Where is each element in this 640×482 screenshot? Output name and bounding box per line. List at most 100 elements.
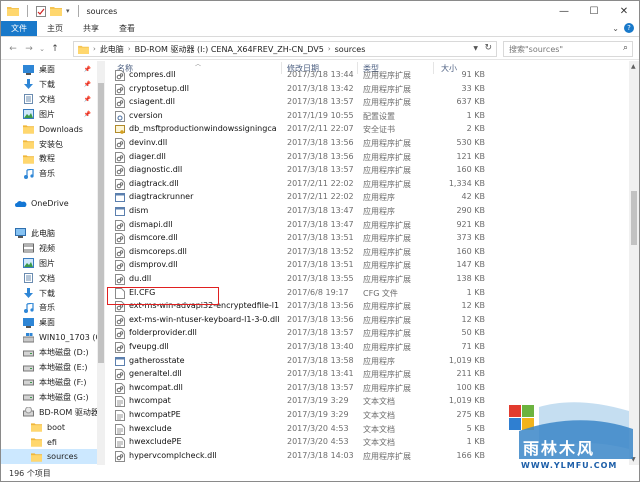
navigation-scrollbar[interactable]: [97, 61, 105, 465]
tab-share[interactable]: 共享: [73, 21, 109, 36]
sidebar-item-桌面[interactable]: 桌面: [1, 315, 97, 330]
file-date: 2017/2/11 22:02: [287, 192, 354, 202]
file-date: 2017/2/11 22:07: [287, 124, 354, 134]
sidebar-item-downloads[interactable]: Downloads: [1, 122, 97, 137]
sidebar-item-本地磁盘-e[interactable]: 本地磁盘 (E:): [1, 360, 97, 375]
file-row[interactable]: folderprovider.dll 2017/3/18 13:57 应用程序扩展 5…: [105, 327, 629, 341]
tab-view[interactable]: 查看: [109, 21, 145, 36]
file-type: 应用程序扩展: [363, 98, 411, 108]
search-icon[interactable]: ⌕: [623, 43, 628, 53]
sidebar-item-音乐[interactable]: 音乐: [1, 300, 97, 315]
file-row[interactable]: dismprov.dll 2017/3/18 13:51 应用程序扩展 147 KB: [105, 259, 629, 273]
dll-icon: [115, 246, 125, 258]
sidebar-item-boot[interactable]: boot: [1, 420, 97, 435]
file-row[interactable]: generaltel.dll 2017/3/18 13:41 应用程序扩展 211 K…: [105, 368, 629, 382]
file-row[interactable]: du.dll 2017/3/18 13:55 应用程序扩展 138 KB: [105, 273, 629, 287]
file-size: 5 KB: [466, 423, 485, 433]
breadcrumb-this-pc[interactable]: 此电脑: [100, 44, 124, 55]
file-size: 91 KB: [461, 70, 485, 79]
highlight-box: [107, 287, 219, 305]
file-row[interactable]: csiagent.dll 2017/3/18 13:57 应用程序扩展 637 KB: [105, 96, 629, 110]
file-row[interactable]: fveupg.dll 2017/3/18 13:40 应用程序扩展 71 KB: [105, 341, 629, 355]
sidebar-item-文档[interactable]: 文档 📌: [1, 92, 97, 107]
pin-icon: 📌: [83, 95, 91, 103]
back-icon[interactable]: ←: [5, 44, 21, 54]
file-type: 应用程序扩展: [363, 166, 411, 176]
up-icon[interactable]: ↑: [47, 44, 63, 54]
file-row[interactable]: dismcoreps.dll 2017/3/18 13:52 应用程序扩展 160 K…: [105, 246, 629, 260]
file-date: 2017/3/18 13:57: [287, 97, 354, 107]
file-size: 71 KB: [461, 342, 485, 351]
config-icon: [115, 110, 125, 122]
file-row[interactable]: db_msftproductionwindowssigningca 2017/2/…: [105, 123, 629, 137]
recent-locations-icon[interactable]: ⌄: [37, 45, 47, 53]
sidebar-item-本地磁盘-d[interactable]: 本地磁盘 (D:): [1, 345, 97, 360]
sidebar-item-本地磁盘-g[interactable]: 本地磁盘 (G:): [1, 390, 97, 405]
file-row[interactable]: dismapi.dll 2017/3/18 13:47 应用程序扩展 921 KB: [105, 219, 629, 233]
toolbar-separator: [27, 5, 28, 17]
search-input[interactable]: 搜索"sources": [509, 44, 563, 55]
file-list-scrollbar-thumb[interactable]: [631, 191, 637, 245]
sidebar-item-efi[interactable]: efi: [1, 435, 97, 450]
forward-icon[interactable]: →: [21, 44, 37, 54]
sidebar-item-label: 图片: [39, 258, 55, 268]
sidebar-item-win10-1703-c[interactable]: WIN10_1703 (C: [1, 330, 97, 345]
sidebar-item-sources[interactable]: sources: [1, 449, 97, 465]
sidebar-item-安装包[interactable]: 安装包: [1, 137, 97, 152]
refresh-icon[interactable]: ↻: [484, 43, 492, 53]
address-dropdown-icon[interactable]: ▼: [473, 45, 478, 52]
sidebar-item-桌面[interactable]: 桌面 📌: [1, 62, 97, 77]
help-icon[interactable]: ?: [624, 23, 634, 33]
file-date: 2017/3/18 14:03: [287, 450, 354, 460]
file-row[interactable]: diagnostic.dll 2017/3/18 13:57 应用程序扩展 160 K…: [105, 164, 629, 178]
customize-toolbar-icon[interactable]: ▾: [66, 7, 70, 15]
search-box[interactable]: 搜索"sources" ⌕: [503, 41, 633, 57]
file-row[interactable]: dismcore.dll 2017/3/18 13:51 应用程序扩展 373 KB: [105, 232, 629, 246]
expand-ribbon-icon[interactable]: ⌄: [612, 24, 619, 33]
maximize-button[interactable]: ☐: [579, 1, 609, 21]
address-bar[interactable]: › 此电脑 › BD-ROM 驱动器 (I:) CENA_X64FREV_ZH-…: [73, 41, 497, 57]
file-type: 应用程序扩展: [363, 451, 411, 461]
file-row[interactable]: hwcompat.dll 2017/3/18 13:57 应用程序扩展 100 KB: [105, 382, 629, 396]
sidebar-item-下载[interactable]: 下载 📌: [1, 77, 97, 92]
file-row[interactable]: cversion 2017/1/19 10:55 配置设置 1 KB: [105, 110, 629, 124]
close-button[interactable]: ✕: [609, 1, 639, 21]
sidebar-item-图片[interactable]: 图片: [1, 256, 97, 271]
file-row[interactable]: diager.dll 2017/3/18 13:56 应用程序扩展 121 KB: [105, 151, 629, 165]
minimize-button[interactable]: —: [549, 1, 579, 21]
file-row[interactable]: diagtrackrunner 2017/2/11 22:02 应用程序 42 KB: [105, 191, 629, 205]
sidebar-item-label: 视频: [39, 243, 55, 253]
properties-icon[interactable]: [36, 5, 46, 17]
breadcrumb-bd-rom[interactable]: BD-ROM 驱动器 (I:) CENA_X64FREV_ZH-CN_DV5: [135, 44, 324, 55]
sidebar-item-视频[interactable]: 视频: [1, 241, 97, 256]
file-row[interactable]: cryptosetup.dll 2017/3/18 13:42 应用程序扩展 33 K…: [105, 83, 629, 97]
sidebar-item-bd-rom-驱动器[interactable]: BD-ROM 驱动器: [1, 405, 97, 420]
sidebar-item-本地磁盘-f[interactable]: 本地磁盘 (F:): [1, 375, 97, 390]
sidebar-item-onedrive[interactable]: OneDrive: [1, 196, 97, 211]
sidebar-item-此电脑[interactable]: 此电脑: [1, 226, 97, 241]
scroll-up-icon[interactable]: ▲: [631, 63, 636, 70]
tab-home[interactable]: 主页: [37, 21, 73, 36]
file-row[interactable]: devinv.dll 2017/3/18 13:56 应用程序扩展 530 KB: [105, 137, 629, 151]
sidebar-item-文档[interactable]: 文档: [1, 271, 97, 286]
file-row[interactable]: compres.dll 2017/3/18 13:44 应用程序扩展 91 KB: [105, 69, 629, 83]
sidebar-item-音乐[interactable]: 音乐: [1, 166, 97, 181]
file-row[interactable]: dism 2017/3/18 13:47 应用程序 290 KB: [105, 205, 629, 219]
new-folder-icon[interactable]: [50, 6, 62, 16]
file-row[interactable]: diagtrack.dll 2017/2/11 22:02 应用程序扩展 1,334 …: [105, 178, 629, 192]
file-size: 1 KB: [466, 437, 485, 447]
sidebar-item-label: 文档: [39, 273, 55, 283]
breadcrumb-sources[interactable]: sources: [335, 45, 366, 54]
document-icon: [23, 273, 34, 284]
sidebar-item-label: 音乐: [39, 169, 55, 179]
file-size: 275 KB: [456, 410, 485, 419]
file-row[interactable]: ext-ms-win-ntuser-keyboard-l1-3-0.dll 201…: [105, 314, 629, 328]
sidebar-item-教程[interactable]: 教程: [1, 151, 97, 166]
file-type: 应用程序扩展: [363, 261, 411, 271]
file-row[interactable]: gatherosstate 2017/3/18 13:58 应用程序 1,019 KB: [105, 355, 629, 369]
sidebar-item-下载[interactable]: 下载: [1, 286, 97, 301]
file-date: 2017/3/18 13:58: [287, 355, 354, 365]
sidebar-item-图片[interactable]: 图片 📌: [1, 107, 97, 122]
navigation-scrollbar-thumb[interactable]: [98, 83, 104, 363]
tab-file[interactable]: 文件: [1, 21, 37, 36]
